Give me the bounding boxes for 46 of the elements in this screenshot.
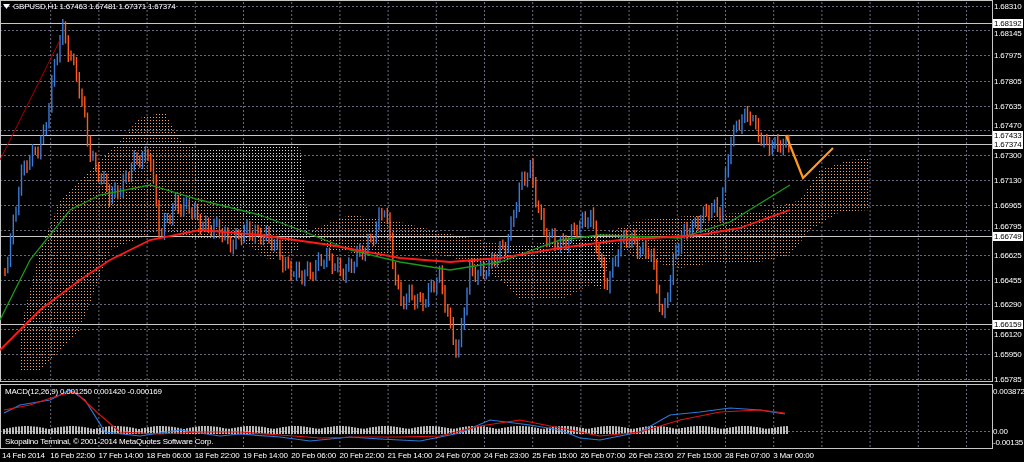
price-label: 1.66795 <box>994 222 1022 231</box>
price-label: 1.66120 <box>994 330 1022 339</box>
indicator-axis-label: -0.00135 <box>993 438 1023 447</box>
time-label: 24 Feb 23:00 <box>484 451 529 460</box>
price-label: 1.67975 <box>994 51 1022 60</box>
price-label: 1.67300 <box>994 151 1022 160</box>
price-label: 1.66965 <box>994 201 1022 210</box>
copyright-text: Skopalino Terminal, © 2001-2014 MetaQuotes Software Corp. <box>5 437 214 446</box>
time-label: 28 Feb 07:00 <box>725 451 770 460</box>
price-label: 1.67805 <box>994 77 1022 86</box>
time-label: 18 Feb 22:00 <box>194 451 240 460</box>
forecast-line <box>784 134 834 180</box>
price-label: 1.67470 <box>994 121 1022 130</box>
time-label: 25 Feb 15:00 <box>532 451 577 460</box>
price-label: 1.66455 <box>994 276 1022 285</box>
time-label: 14 Feb 2014 <box>2 451 45 460</box>
price-label: 1.65785 <box>994 375 1022 384</box>
price-level-label: 1.67374 <box>993 140 1023 149</box>
time-label: 27 Feb 15:00 <box>676 451 722 460</box>
dropdown-triangle-icon[interactable] <box>3 4 10 9</box>
time-label: 17 Feb 14:00 <box>98 451 144 460</box>
price-label: 1.68145 <box>994 29 1022 38</box>
price-label: 1.66290 <box>994 300 1022 309</box>
price-level-label: 1.66159 <box>993 320 1023 329</box>
time-label: 20 Feb 06:00 <box>291 451 336 460</box>
price-label: 1.67635 <box>994 102 1022 111</box>
time-label: 18 Feb 06:00 <box>146 451 192 460</box>
price-level-label: 1.68192 <box>993 19 1023 28</box>
indicator-legend: MACD(12,26,9) 0.001250 0.001420 -0.000169 <box>5 387 162 396</box>
price-level-label: 1.66749 <box>993 232 1023 241</box>
price-label: 1.68310 <box>994 2 1022 11</box>
time-label: 24 Feb 07:00 <box>435 451 481 460</box>
time-label: 26 Feb 07:00 <box>580 451 626 460</box>
indicator-axis-label: 0.00 <box>993 427 1008 436</box>
time-label: 20 Feb 22:00 <box>339 451 385 460</box>
time-label: 16 Feb 22:00 <box>50 451 95 460</box>
price-label: 1.67130 <box>994 176 1022 185</box>
time-label: 21 Feb 14:00 <box>387 451 433 460</box>
time-label: 26 Feb 23:00 <box>628 451 674 460</box>
time-label: 3 Mar 00:00 <box>773 451 814 460</box>
price-label: 1.66625 <box>994 251 1022 260</box>
price-level-label: 1.67433 <box>993 131 1023 140</box>
indicator-axis-label: 0.003872 <box>993 387 1024 396</box>
chart-title: GBPUSD,H1 1.67463 1.67481 1.67371 1.67374 <box>13 2 176 11</box>
time-label: 19 Feb 14:00 <box>243 451 288 460</box>
price-label: 1.65950 <box>994 350 1022 359</box>
